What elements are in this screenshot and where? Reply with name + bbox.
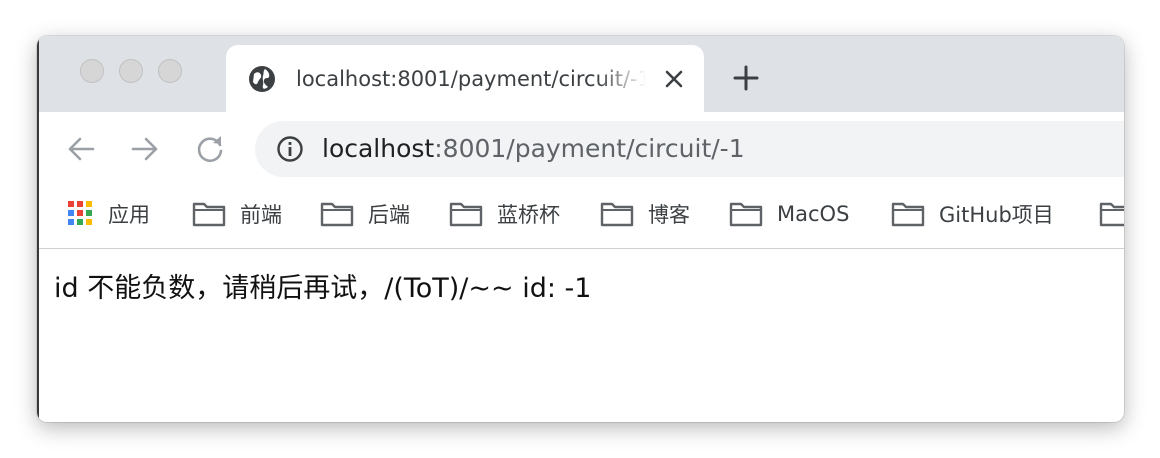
folder-icon [320,202,354,227]
apps-grid-icon [68,201,92,225]
folder-icon [1099,202,1124,227]
bookmark-folder[interactable]: MacOS [729,199,849,229]
bookmark-apps[interactable]: 应用 [68,199,150,229]
url-host: localhost [322,134,435,163]
bookmark-folder[interactable]: 前端 [192,199,282,229]
page-message: id 不能负数，请稍后再试，/(ToT)/~~ id: -1 [54,273,592,304]
forward-arrow-icon[interactable] [127,131,163,167]
bookmark-folder[interactable]: 后端 [320,199,410,229]
browser-window: localhost:8001/payment/circuit/-1 localh… [37,36,1124,422]
info-icon[interactable] [276,135,304,163]
url-text: localhost:8001/payment/circuit/-1 [322,133,745,165]
globe-icon [249,66,275,92]
minimize-window-button[interactable] [119,59,143,83]
folder-icon [449,202,483,227]
back-arrow-icon[interactable] [63,131,99,167]
reload-icon[interactable] [192,131,228,167]
bookmark-folder[interactable]: GitHub项目 [891,199,1054,229]
address-bar[interactable]: localhost:8001/payment/circuit/-1 [255,121,1124,177]
folder-icon [600,202,634,227]
bookmark-folder[interactable]: 博客 [600,199,690,229]
window-controls [80,59,182,83]
bookmark-label: GitHub项目 [939,203,1054,227]
new-tab-icon[interactable] [732,64,760,92]
close-tab-icon[interactable] [662,67,686,91]
bookmark-label: 后端 [368,203,410,227]
tab-strip: localhost:8001/payment/circuit/-1 [37,36,1124,112]
folder-icon [891,202,925,227]
bookmark-label: 应用 [108,203,150,227]
bookmark-folder[interactable]: 蓝桥杯 [449,199,560,229]
bookmark-label: 前端 [240,203,282,227]
active-tab[interactable]: localhost:8001/payment/circuit/-1 [226,45,704,112]
url-path: :8001/payment/circuit/-1 [434,134,745,163]
bookmark-label: 博客 [648,203,690,227]
close-window-button[interactable] [80,59,104,83]
bookmarks-bar: 应用 前端 后端 蓝桥杯 博客 MacOS GitHub项目 [37,188,1124,249]
bookmark-label: MacOS [777,202,850,226]
bookmark-folder[interactable] [1099,199,1124,229]
folder-icon [729,202,763,227]
zoom-window-button[interactable] [158,59,182,83]
folder-icon [192,202,226,227]
bookmark-label: 蓝桥杯 [497,203,560,227]
tab-title: localhost:8001/payment/circuit/-1 [296,67,646,91]
